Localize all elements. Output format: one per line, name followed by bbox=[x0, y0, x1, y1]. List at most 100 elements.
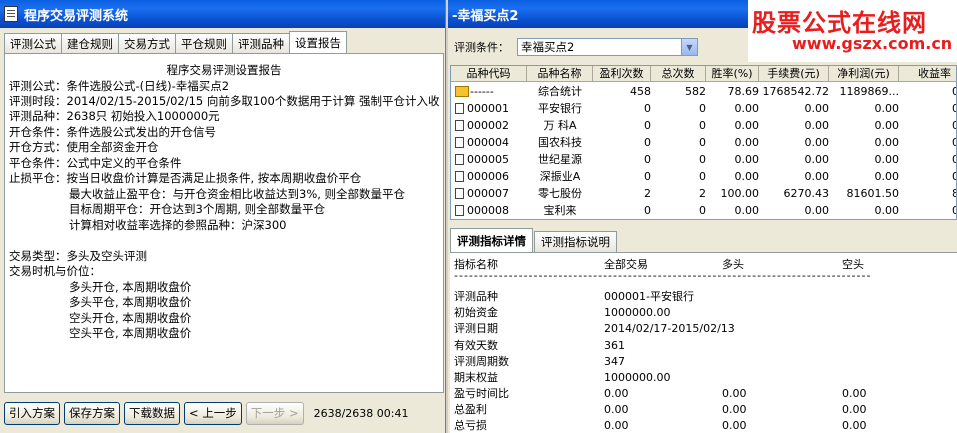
cell-fee: 1768542.72 bbox=[762, 85, 829, 98]
left-window-title: 程序交易评测系统 bbox=[24, 8, 129, 24]
table-row[interactable]: 000007 零七股份 2 2 100.00 6270.43 81601.50 … bbox=[451, 185, 956, 202]
document-icon bbox=[455, 205, 464, 216]
cell-name: 万 科A bbox=[543, 119, 577, 132]
col-header[interactable]: 收益率 bbox=[899, 66, 956, 82]
cell-winrate: 78.69 bbox=[727, 85, 760, 98]
cell-winrate: 0.00 bbox=[734, 153, 760, 166]
cell-name: 综合统计 bbox=[538, 85, 582, 98]
table-row[interactable]: 000004 国农科技 0 0 0.00 0.00 0.00 0 bbox=[451, 134, 956, 151]
detail-row: 评测周期数 347 bbox=[454, 355, 625, 368]
cell-name: 深振业A bbox=[539, 170, 581, 183]
tab-trade-mode[interactable]: 交易方式 bbox=[118, 33, 176, 53]
cell-winrate: 0.00 bbox=[734, 102, 760, 115]
cell-profit: 0.00 bbox=[874, 102, 900, 115]
tab-metric-explanation[interactable]: 评测指标说明 bbox=[534, 231, 617, 252]
cell-total: 0 bbox=[699, 204, 706, 217]
left-titlebar[interactable]: 程序交易评测系统 bbox=[0, 0, 445, 28]
detail-row: 初始资金 1000000.00 bbox=[454, 306, 671, 319]
tab-instruments[interactable]: 评测品种 bbox=[232, 33, 290, 53]
condition-label: 评测条件： bbox=[454, 41, 509, 54]
cell-fee: 0.00 bbox=[804, 204, 830, 217]
col-header[interactable]: 胜率(%) bbox=[706, 66, 759, 82]
col-header[interactable]: 品种代码 bbox=[451, 66, 527, 82]
cell-wins: 0 bbox=[644, 119, 651, 132]
separator-line: ----------------------------------------… bbox=[454, 271, 872, 281]
cell-profit: 0.00 bbox=[874, 204, 900, 217]
tab-close-rules[interactable]: 平仓规则 bbox=[175, 33, 233, 53]
cell-total: 0 bbox=[699, 170, 706, 183]
cell-return: 0 bbox=[899, 100, 956, 117]
download-data-button[interactable]: 下载数据 bbox=[124, 401, 180, 425]
tab-open-rules[interactable]: 建仓规则 bbox=[61, 33, 119, 53]
cell-code: 000002 bbox=[467, 119, 509, 132]
table-row[interactable]: 000008 宝利来 0 0 0.00 0.00 0.00 0 bbox=[451, 202, 956, 219]
condition-select[interactable]: 幸福买点2 ▼ bbox=[517, 38, 698, 56]
cell-total: 2 bbox=[699, 187, 706, 200]
prev-step-button[interactable]: < 上一步 bbox=[184, 401, 242, 425]
tab-formula[interactable]: 评测公式 bbox=[4, 33, 62, 53]
cell-profit: 0.00 bbox=[874, 170, 900, 183]
report-line: 评测时段：2014/02/15-2015/02/15 向前多取100个数据用于计… bbox=[9, 94, 440, 108]
col-header[interactable]: 总次数 bbox=[651, 66, 706, 82]
document-icon bbox=[455, 188, 464, 199]
col-header[interactable]: 品种名称 bbox=[527, 66, 593, 82]
cell-wins: 0 bbox=[644, 136, 651, 149]
cell-profit: 81601.50 bbox=[846, 187, 900, 200]
tab-settings-report[interactable]: 设置报告 bbox=[289, 31, 347, 53]
detail-row: 评测品种 000001-平安银行 bbox=[454, 290, 694, 303]
document-icon bbox=[455, 137, 464, 148]
cell-name: 国农科技 bbox=[538, 136, 582, 149]
report-line: 交易类型：多头及空头评测 bbox=[9, 249, 147, 263]
detail-row: 总亏损 0.00 0.00 0.00 bbox=[454, 419, 867, 432]
report-line: 评测公式：条件选股公式-(日线)-幸福买点2 bbox=[9, 79, 230, 93]
detail-col-long: 多头 bbox=[722, 258, 744, 271]
cell-profit: 0.00 bbox=[874, 153, 900, 166]
evaluation-system-window: 程序交易评测系统 评测公式 建仓规则 交易方式 平仓规则 评测品种 设置报告 程… bbox=[0, 0, 446, 433]
col-header[interactable]: 手续费(元) bbox=[759, 66, 829, 82]
next-step-button[interactable]: 下一步 > bbox=[245, 401, 304, 425]
tab-metric-details[interactable]: 评测指标详情 bbox=[450, 228, 533, 252]
detail-tab-strip: 评测指标详情 评测指标说明 bbox=[450, 228, 618, 252]
save-plan-button[interactable]: 保存方案 bbox=[64, 401, 120, 425]
report-line: 开仓方式：使用全部资金开仓 bbox=[9, 140, 159, 154]
cell-return: 0 bbox=[899, 168, 956, 185]
col-header[interactable]: 盈利次数 bbox=[593, 66, 651, 82]
cell-wins: 0 bbox=[644, 102, 651, 115]
document-icon bbox=[455, 120, 464, 131]
cell-code: 000005 bbox=[467, 153, 509, 166]
report-line: 空头开仓, 本周期收盘价 bbox=[69, 311, 192, 325]
cell-code: 000001 bbox=[467, 102, 509, 115]
cell-code: 000004 bbox=[467, 136, 509, 149]
detail-row: 期末权益 1000000.00 bbox=[454, 371, 671, 384]
table-row[interactable]: 000002 万 科A 0 0 0.00 0.00 0.00 0 bbox=[451, 117, 956, 134]
cell-code: ------ bbox=[470, 85, 494, 98]
detail-row: 总盈利 0.00 0.00 0.00 bbox=[454, 403, 867, 416]
cell-code: 000006 bbox=[467, 170, 509, 183]
table-row[interactable]: 000005 世纪星源 0 0 0.00 0.00 0.00 0 bbox=[451, 151, 956, 168]
cell-total: 0 bbox=[699, 119, 706, 132]
report-line: 多头开仓, 本周期收盘价 bbox=[69, 280, 192, 294]
cell-total: 582 bbox=[685, 85, 706, 98]
cell-total: 0 bbox=[699, 136, 706, 149]
cell-code: 000007 bbox=[467, 187, 509, 200]
report-title: 程序交易评测设置报告 bbox=[166, 63, 282, 77]
report-line: 开仓条件：条件选股公式发出的开仓信号 bbox=[9, 125, 216, 139]
report-line: 平仓条件：公式中定义的平仓条件 bbox=[9, 156, 182, 170]
table-row[interactable]: ------ 综合统计 458 582 78.69 1768542.72 118… bbox=[451, 83, 956, 100]
import-plan-button[interactable]: 引入方案 bbox=[4, 401, 60, 425]
document-icon bbox=[455, 103, 464, 114]
table-row[interactable]: 000006 深振业A 0 0 0.00 0.00 0.00 0 bbox=[451, 168, 956, 185]
report-line: 空头平仓, 本周期收盘价 bbox=[69, 326, 192, 340]
cell-return: 0 bbox=[899, 117, 956, 134]
report-line: 多头平仓, 本周期收盘价 bbox=[69, 295, 192, 309]
cell-return: 0 bbox=[899, 83, 956, 100]
chevron-down-icon[interactable]: ▼ bbox=[681, 39, 697, 55]
table-row[interactable]: 000001 平安银行 0 0 0.00 0.00 0.00 0 bbox=[451, 100, 956, 117]
document-app-icon bbox=[4, 6, 18, 22]
cell-wins: 458 bbox=[630, 85, 651, 98]
col-header[interactable]: 净利润(元) bbox=[829, 66, 899, 82]
cell-winrate: 0.00 bbox=[734, 170, 760, 183]
cell-return: 8 bbox=[899, 185, 956, 202]
cell-fee: 0.00 bbox=[804, 119, 830, 132]
cell-winrate: 100.00 bbox=[720, 187, 760, 200]
